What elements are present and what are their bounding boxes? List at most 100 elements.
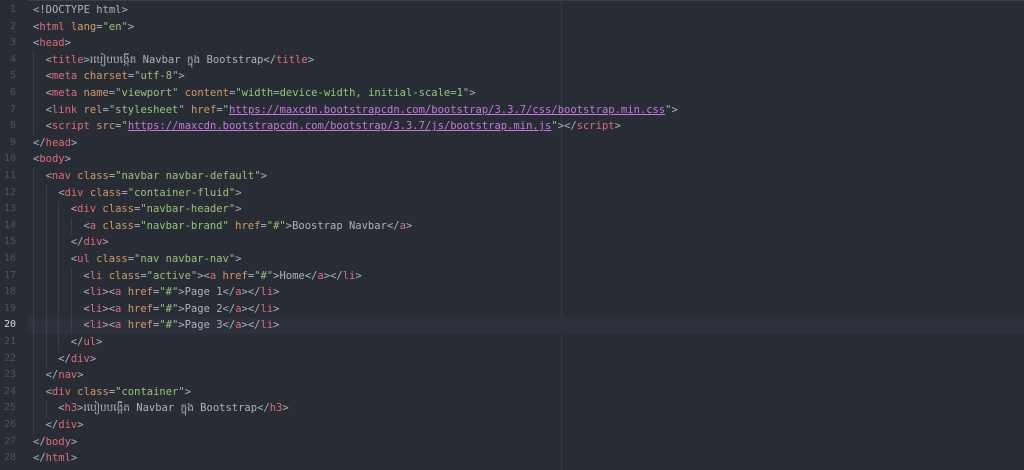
code-token-tag: script: [51, 120, 90, 133]
code-token-tag: div: [77, 203, 97, 216]
code-editor[interactable]: 1 2 3 4 5 6 7 8 9 10 11 12 13 14 15 16 17 18 19 20 21 22 23 24 2…: [0, 0, 1024, 470]
line-number: 16: [3, 253, 16, 264]
code-line[interactable]: <div class="container-fluid">: [58, 185, 241, 202]
indent-guide: [58, 251, 60, 268]
code-line[interactable]: <meta name="viewport" content="width=dev…: [46, 85, 476, 102]
code-line[interactable]: <a class="navbar-brand" href="#">Boostra…: [83, 218, 412, 235]
code-line[interactable]: <li><a href="#">Page 2</a></li>: [83, 301, 279, 318]
code-token-tag: li: [89, 319, 103, 332]
code-token-tag: div: [58, 419, 78, 431]
code-token-tag: li: [260, 302, 274, 315]
indent-guide: [33, 251, 34, 268]
indent-guide: [33, 367, 34, 384]
code-token-str: "container-fluid": [127, 186, 236, 199]
code-token-attr: lang: [70, 20, 97, 33]
code-token-tag: meta: [51, 70, 78, 83]
code-line[interactable]: <html lang="en">: [33, 19, 134, 36]
code-token-str: "#": [254, 269, 274, 282]
code-token-str: "container": [115, 385, 185, 398]
code-line[interactable]: <ul class="nav navbar-nav">: [71, 251, 242, 268]
code-line[interactable]: <title>របៀបបង្កើត Navbar ក្នុង Bootstrap…: [46, 52, 314, 69]
code-token-tag: li: [342, 269, 356, 282]
code-token-punct: >: [273, 302, 280, 315]
code-token-punct: ></: [241, 302, 261, 315]
code-line[interactable]: </div>: [71, 234, 109, 251]
code-token-punct: >: [102, 236, 109, 249]
code-line[interactable]: </body>: [33, 434, 77, 451]
code-line[interactable]: <script src="https://maxcdn.bootstrapcdn…: [46, 118, 621, 135]
line-number: 23: [3, 369, 16, 381]
indent-guide: [45, 267, 47, 285]
code-token-url: https://maxcdn.bootstrapcdn.com/bootstra…: [127, 120, 552, 133]
code-token-punct: >: [282, 402, 289, 415]
code-line[interactable]: <body>: [33, 151, 71, 168]
code-token-tag: html: [39, 20, 65, 33]
code-token-str: "utf-8": [134, 70, 179, 83]
code-token-punct: >: [89, 352, 97, 365]
code-token-punct: >: [614, 120, 621, 133]
indent-guide: [58, 201, 60, 218]
code-line[interactable]: </ul>: [71, 334, 103, 351]
code-line[interactable]: <div class="navbar-header">: [71, 201, 242, 218]
code-token-str: "en": [102, 20, 128, 33]
code-line[interactable]: <h3>របៀបបង្កើត Navbar ក្នុង Bootstrap</h…: [58, 400, 289, 417]
code-token-punct: >: [77, 369, 84, 382]
indent-guide: [33, 68, 34, 85]
code-token-tag: title: [276, 53, 308, 66]
code-token-punct: ></: [241, 319, 261, 332]
indent-guide: [33, 51, 34, 69]
code-token-tag: ul: [83, 336, 97, 348]
code-token-punct: ><: [102, 286, 116, 299]
code-line[interactable]: <li class="active"><a href="#">Home</a><…: [83, 268, 361, 285]
code-token-punct: ></: [557, 120, 577, 133]
code-token-punct: >: [184, 385, 192, 398]
code-line[interactable]: <div class="container">: [46, 384, 191, 401]
code-token-attr: class: [77, 170, 109, 182]
code-token-punct: >: [671, 103, 678, 116]
indent-guide: [70, 267, 72, 285]
indent-guide: [58, 334, 60, 351]
line-number: 17: [3, 269, 16, 281]
code-token-punct: ></: [323, 269, 343, 282]
code-line[interactable]: </head>: [33, 135, 77, 152]
code-token-punct: >: [64, 37, 71, 50]
indent-guide: [45, 234, 47, 251]
line-number: 22: [3, 352, 16, 364]
code-line[interactable]: <meta charset="utf-8">: [46, 68, 185, 85]
code-token-tag: li: [89, 302, 103, 315]
code-token-text: Page 1: [184, 286, 223, 299]
code-token-attr: name: [83, 87, 109, 99]
code-token-punct: </: [222, 302, 236, 315]
code-area[interactable]: <!DOCTYPE html> <html lang="en"> <head> <ti…: [28, 0, 1024, 470]
code-token-tag: title: [51, 53, 84, 66]
code-line[interactable]: <!DOCTYPE html>: [33, 2, 128, 19]
line-number: 18: [3, 286, 16, 298]
code-line[interactable]: </html>: [33, 450, 77, 467]
code-token-attr: class: [102, 203, 135, 216]
line-number: 20: [3, 319, 16, 331]
code-token-str: "#": [266, 219, 286, 232]
code-token-tag: div: [64, 186, 84, 199]
code-line[interactable]: </div>: [58, 351, 96, 368]
code-line[interactable]: <link rel="stylesheet" href="https://max…: [46, 102, 678, 119]
code-token-punct: </: [45, 369, 59, 382]
code-line[interactable]: <li><a href="#">Page 1</a></li>: [83, 284, 279, 301]
code-token-str: "width=device-width, initial-scale=1": [235, 87, 470, 99]
code-token-text: <!DOCTYPE html>: [33, 4, 128, 16]
code-token-punct: >: [127, 20, 135, 33]
code-token-attr: class: [102, 219, 134, 232]
indent-guide: [45, 300, 47, 318]
code-token-punct: >: [235, 253, 242, 265]
code-line[interactable]: <head>: [33, 35, 71, 52]
indent-guide: [33, 217, 34, 235]
code-token-tag: meta: [51, 87, 78, 99]
code-line[interactable]: <nav class="navbar navbar-default">: [46, 168, 267, 185]
code-line[interactable]: <li><a href="#">Page 3</a></li>: [83, 317, 279, 334]
code-line[interactable]: </nav>: [46, 367, 84, 384]
code-token-attr: charset: [83, 70, 128, 83]
indent-guide: [33, 101, 34, 119]
code-line[interactable]: </div>: [46, 417, 84, 434]
line-number: 28: [3, 452, 16, 464]
code-token-str: "#": [159, 319, 179, 332]
code-token-attr: href: [127, 286, 153, 299]
